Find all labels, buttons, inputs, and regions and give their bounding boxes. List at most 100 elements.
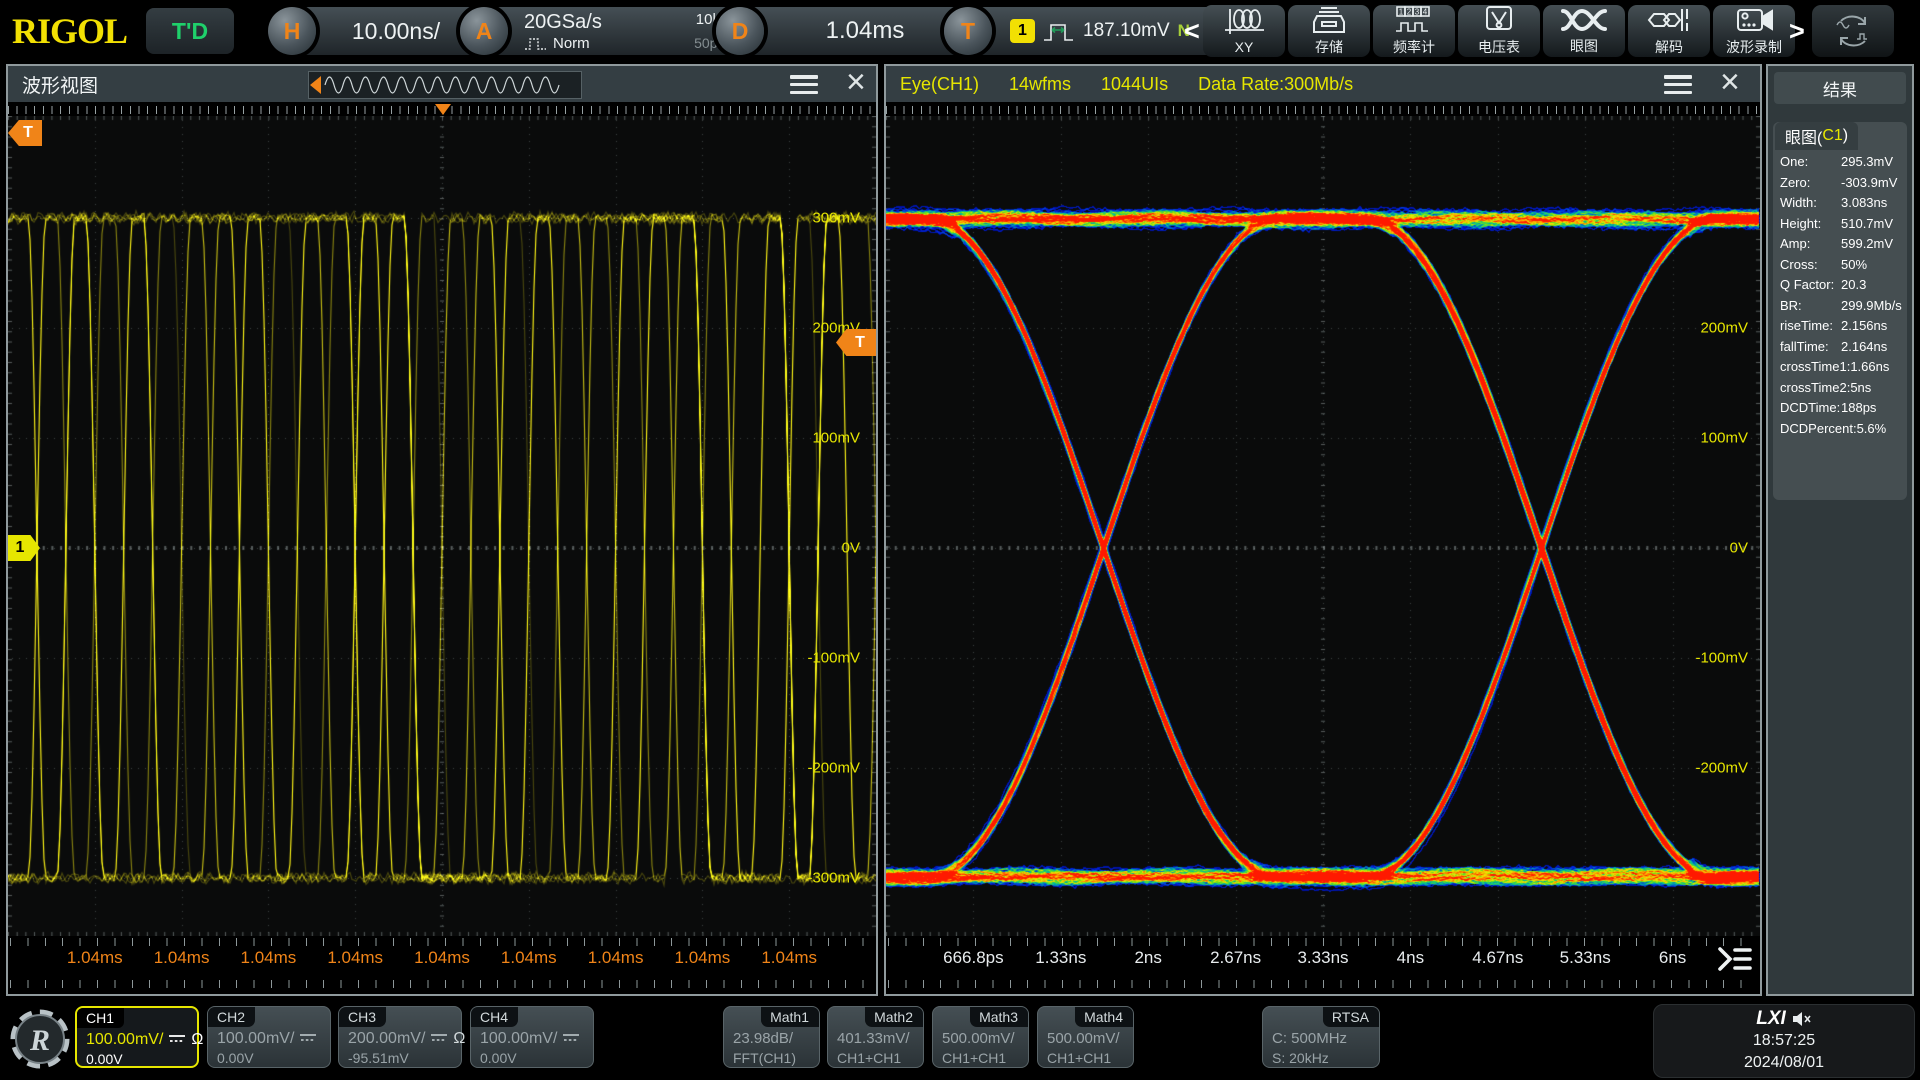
- result-row: Q Factor: 20.3: [1773, 275, 1907, 296]
- acquisition-mode: Norm: [524, 35, 640, 52]
- channel-tab: CH2: [208, 1007, 255, 1027]
- toolbar-scroll-left[interactable]: <: [1184, 16, 1200, 47]
- math-tab: Math4: [1075, 1007, 1133, 1027]
- result-value: 20.3: [1841, 275, 1866, 296]
- waveform-close-icon[interactable]: ×: [846, 62, 866, 102]
- toolbar-button-eye-diagram[interactable]: 眼图: [1543, 5, 1625, 57]
- waveform-time-axis: 1.04ms 1.04ms 1.04ms 1.04ms 1.04ms 1.04ms 1.04…: [8, 936, 876, 994]
- channel-tab: CH3: [339, 1007, 386, 1027]
- voltage-axis-label: 300mV: [812, 210, 860, 227]
- voltage-axis-label: -100mV: [1695, 650, 1748, 667]
- toolbar-button-label: 波形录制: [1726, 37, 1782, 57]
- math-box-math2[interactable]: Math2 401.33mV/ CH1+CH1: [827, 1006, 924, 1068]
- math-expression: CH1+CH1: [837, 1050, 901, 1066]
- channel-scale: 100.00mV/ Ω: [86, 1031, 203, 1049]
- time-axis-label: 5.33ns: [1560, 948, 1611, 968]
- system-menu-gear-icon[interactable]: R: [6, 1004, 74, 1074]
- time-axis-label: 1.04ms: [414, 948, 470, 968]
- math-tab: Math3: [970, 1007, 1028, 1027]
- toolbar-button-freq-counter[interactable]: 1 2 3 4 频率计: [1373, 5, 1455, 57]
- toolbar-button-voltmeter[interactable]: 电压表: [1458, 5, 1540, 57]
- waveform-menu-icon[interactable]: [790, 75, 818, 94]
- time-axis-label: 1.04ms: [327, 948, 383, 968]
- delay-button[interactable]: 1.04ms: [740, 7, 964, 55]
- math-box-math4[interactable]: Math4 500.00mV/ CH1+CH1: [1037, 1006, 1134, 1068]
- channel-offset: 0.00V: [480, 1050, 517, 1066]
- dc-coupling-icon: [168, 1031, 186, 1049]
- time-axis-label: 1.33ns: [1035, 948, 1086, 968]
- result-value: 599.2mV: [1841, 234, 1893, 255]
- rtsa-center-freq: C: 500MHz: [1272, 1030, 1347, 1047]
- eye-diagram-canvas[interactable]: [886, 116, 1760, 936]
- preview-sine-icon: [321, 73, 573, 97]
- channel-box-ch1[interactable]: CH1 100.00mV/ Ω 0.00V: [75, 1006, 199, 1068]
- eye-expand-menu-icon[interactable]: [1714, 944, 1754, 979]
- eye-close-icon[interactable]: ×: [1720, 62, 1740, 102]
- results-panel: 结果 眼图(C1) One: 295.3mV Zero: -303.9mV Width:…: [1766, 64, 1914, 996]
- math-tab: Math1: [761, 1007, 819, 1027]
- results-tab-eye-c1[interactable]: 眼图(C1): [1775, 122, 1858, 150]
- eye-top-ruler: [886, 102, 1760, 116]
- voltage-axis-label: 100mV: [1700, 430, 1748, 447]
- trigger-status-button[interactable]: T'D: [146, 8, 234, 54]
- result-row: Amp: 599.2mV: [1773, 234, 1907, 255]
- trigger-knob[interactable]: T: [944, 7, 992, 55]
- result-label: Amp:: [1780, 234, 1841, 255]
- channel-box-ch2[interactable]: CH2 100.00mV/ 0.00V: [207, 1006, 331, 1068]
- channel-box-ch3[interactable]: CH3 200.00mV/ Ω -95.51mV: [338, 1006, 462, 1068]
- toolbar-button-decode[interactable]: 解码: [1628, 5, 1710, 57]
- acquisition-button[interactable]: 20GSa/s 10kpts Norm 50ps/pt: [484, 7, 750, 55]
- time-axis-label: 2ns: [1134, 948, 1161, 968]
- result-row: DCDTime: 188ps: [1773, 398, 1907, 419]
- sample-rate: 20GSa/s: [524, 11, 640, 34]
- horizontal-knob[interactable]: H: [268, 7, 316, 55]
- waveform-record-icon: [1732, 5, 1776, 35]
- result-row: crossTime2: 5ns: [1773, 378, 1907, 399]
- toolbar-button-storage[interactable]: 存储: [1288, 5, 1370, 57]
- result-value: 188ps: [1841, 398, 1876, 419]
- math-expression: CH1+CH1: [1047, 1050, 1111, 1066]
- math-expression: CH1+CH1: [942, 1050, 1006, 1066]
- oscilloscope-screen: RIGOL T'D H 10.00ns/ A 20GSa/s 10kpts No…: [0, 0, 1920, 1080]
- preview-position-marker: [310, 76, 321, 94]
- horizontal-position-ruler[interactable]: [8, 102, 876, 116]
- result-row: One: 295.3mV: [1773, 152, 1907, 173]
- acquisition-knob[interactable]: A: [460, 7, 508, 55]
- toolbar-button-waveform-record[interactable]: 波形录制: [1713, 5, 1795, 57]
- voltage-axis-label: 100mV: [812, 430, 860, 447]
- rtsa-box[interactable]: RTSA C: 500MHz S: 20kHz: [1262, 1006, 1380, 1068]
- channel-offset: 0.00V: [86, 1051, 123, 1067]
- rtsa-span: S: 20kHz: [1272, 1050, 1329, 1066]
- voltmeter-icon: [1479, 5, 1519, 35]
- trigger-position-marker[interactable]: [435, 104, 451, 115]
- result-row: Zero: -303.9mV: [1773, 173, 1907, 194]
- eye-menu-icon[interactable]: [1664, 75, 1692, 94]
- rigol-logo: RIGOL: [12, 10, 127, 52]
- time-axis-label: 4ns: [1397, 948, 1424, 968]
- toolbar-button-xy[interactable]: XY: [1203, 5, 1285, 57]
- result-row: crossTime1: 1.66ns: [1773, 357, 1907, 378]
- channel-box-ch4[interactable]: CH4 100.00mV/ 0.00V: [470, 1006, 594, 1068]
- eye-title: Eye(CH1): [900, 74, 979, 95]
- math-tab: Math2: [865, 1007, 923, 1027]
- result-label: Width:: [1780, 193, 1841, 214]
- result-row: BR: 299.9Mb/s: [1773, 296, 1907, 317]
- channel-tab: CH4: [471, 1007, 518, 1027]
- delay-knob[interactable]: D: [716, 7, 764, 55]
- rtsa-tab: RTSA: [1323, 1007, 1379, 1027]
- math-box-math1[interactable]: Math1 23.98dB/ FFT(CH1): [723, 1006, 820, 1068]
- toolbar-scroll-right[interactable]: >: [1789, 16, 1805, 47]
- waveform-position-preview[interactable]: [308, 71, 582, 99]
- result-label: DCDPercent:: [1780, 419, 1857, 440]
- autoset-button[interactable]: [1812, 5, 1894, 57]
- time-axis-label: 1.04ms: [588, 948, 644, 968]
- waveform-grid-canvas[interactable]: [8, 116, 876, 936]
- time-axis-label: 1.04ms: [154, 948, 210, 968]
- channel-offset: 0.00V: [217, 1050, 254, 1066]
- result-label: crossTime2:: [1780, 378, 1850, 399]
- horizontal-scale-button[interactable]: 10.00ns/: [292, 7, 478, 55]
- math-scale: 401.33mV/: [837, 1030, 910, 1047]
- math-scale: 23.98dB/: [733, 1030, 793, 1047]
- result-row: DCDPercent: 5.6%: [1773, 419, 1907, 440]
- math-box-math3[interactable]: Math3 500.00mV/ CH1+CH1: [932, 1006, 1029, 1068]
